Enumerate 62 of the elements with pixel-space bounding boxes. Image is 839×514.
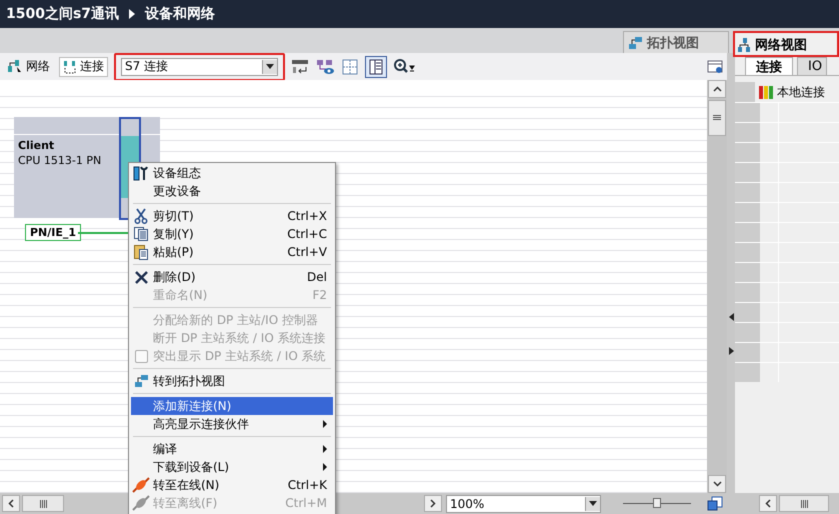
topology-icon (628, 36, 643, 50)
menu-item[interactable]: 删除(D) Del (131, 268, 333, 286)
connection-button[interactable]: 连接 (59, 56, 108, 76)
connection-status-icon (759, 86, 773, 98)
plug-icon (132, 495, 150, 511)
grip-icon (800, 500, 808, 508)
rename-icon[interactable] (291, 58, 309, 76)
grid-icon[interactable] (341, 58, 359, 76)
chevron-down-icon (712, 481, 722, 487)
device-model: CPU 1513-1 PN (17, 153, 102, 169)
connection-icon (63, 60, 77, 74)
zoom-dropdown[interactable]: 100% (446, 494, 601, 512)
menu-item[interactable]: 复制(Y) Ctrl+C (131, 225, 333, 243)
scroll-down-button[interactable] (708, 475, 726, 493)
horizontal-scrollbar-thumb[interactable] (779, 495, 829, 512)
grip-icon (40, 500, 46, 508)
overview-icon[interactable] (707, 496, 723, 512)
scrollbar-thumb[interactable] (708, 100, 726, 136)
menu-item[interactable]: 高亮显示连接伙伴 (131, 415, 333, 433)
clipboard-icon (134, 244, 148, 260)
dropdown-arrow-icon (589, 501, 597, 506)
table-view-icon[interactable] (365, 56, 387, 78)
network-icon (7, 60, 23, 74)
device-wrench-icon (133, 165, 149, 181)
scroll-up-button[interactable] (708, 80, 726, 98)
panel-tab[interactable]: 连接 (745, 57, 793, 75)
menu-item[interactable]: 转至在线(N) Ctrl+K (131, 476, 333, 494)
menu-item[interactable]: 添加新连接(N) (131, 397, 333, 415)
chevron-icon (129, 9, 136, 19)
menu-item[interactable]: 转到拓扑视图 (131, 372, 333, 390)
network-icon (738, 38, 751, 52)
plug-icon (132, 477, 150, 493)
dropdown-arrow-icon (266, 64, 274, 69)
network-eye-icon[interactable] (315, 58, 335, 76)
scissors-icon (134, 208, 148, 224)
breadcrumb-item[interactable]: 设备和网络 (145, 5, 216, 23)
scroll-left-button[interactable] (2, 495, 20, 512)
scroll-right-button[interactable] (424, 495, 442, 512)
chevron-left-icon (8, 499, 14, 508)
topology-icon (134, 374, 148, 388)
network-button[interactable]: 网络 (4, 56, 53, 76)
menu-item[interactable]: 编译 (131, 440, 333, 458)
copy-icon (134, 227, 148, 241)
grip-icon (713, 115, 721, 121)
breadcrumb-item[interactable]: 1500之间s7通讯 (6, 5, 120, 23)
zoom-icon[interactable] (393, 58, 417, 76)
column-header[interactable]: 本地连接 (777, 84, 825, 100)
view-tab[interactable]: 网络视图 (733, 31, 839, 57)
subnet-label[interactable]: PN/IE_1 (25, 224, 82, 241)
menu-item[interactable]: 粘贴(P) Ctrl+V (131, 243, 333, 261)
chevron-up-icon (712, 86, 722, 92)
connection-type-dropdown[interactable]: S7 连接 (121, 58, 278, 76)
panel-tab[interactable]: IO (797, 57, 828, 75)
panel-icon[interactable] (707, 58, 723, 74)
delete-icon (134, 270, 148, 284)
view-tab[interactable]: 拓扑视图 (623, 31, 729, 53)
horizontal-scrollbar-thumb[interactable] (22, 495, 64, 512)
device-name: Client (17, 138, 56, 152)
menu-item[interactable]: 下载到设备(L) (131, 458, 333, 476)
chevron-left-icon (765, 499, 771, 508)
chevron-right-icon (430, 499, 436, 508)
scroll-left-button[interactable] (759, 495, 777, 512)
